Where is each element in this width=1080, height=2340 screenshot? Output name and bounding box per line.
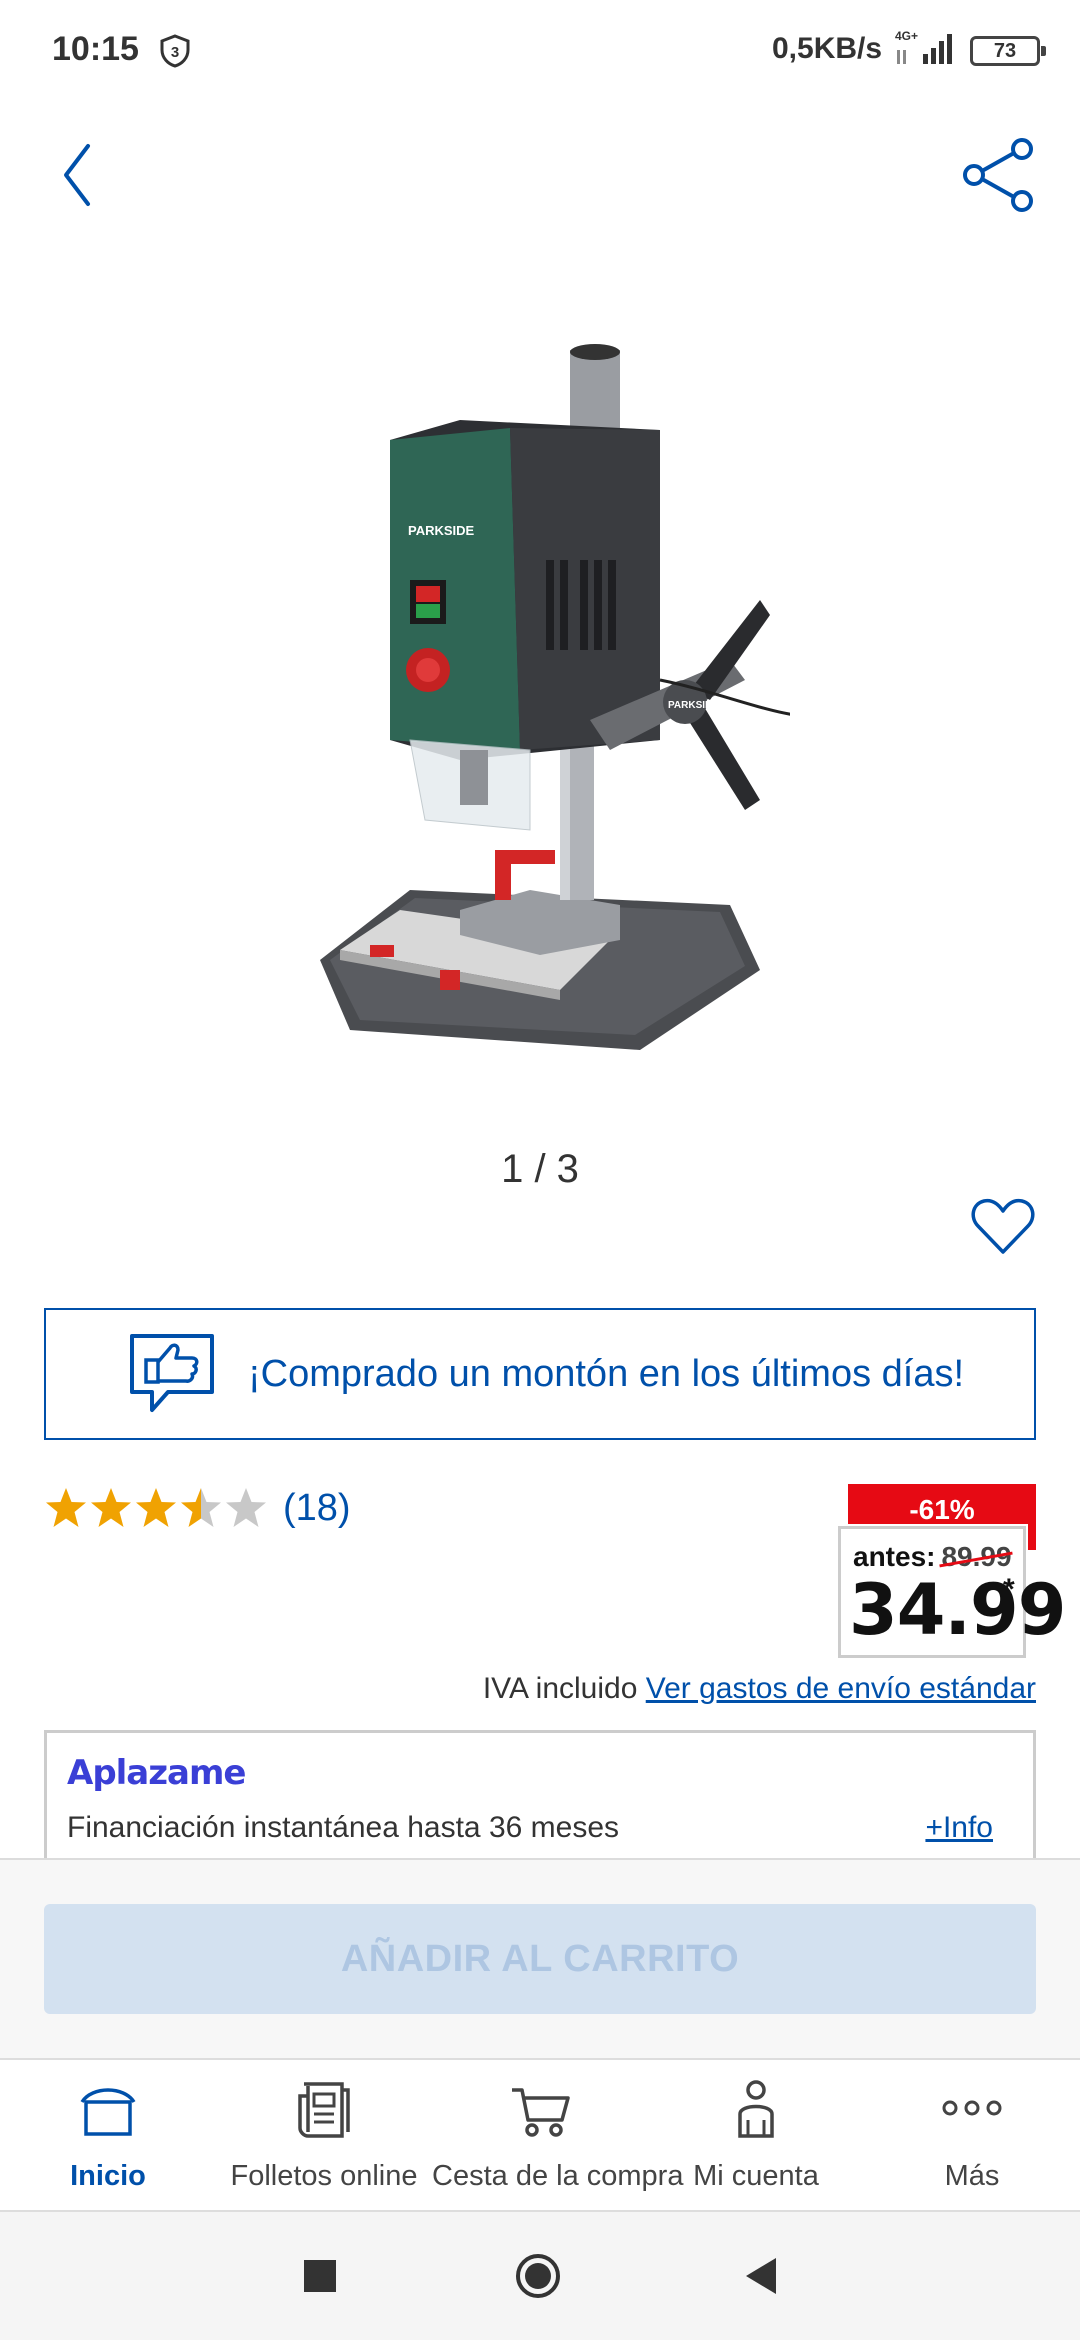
star-full-icon: [46, 1488, 86, 1527]
shipping-cost-link[interactable]: Ver gastos de envío estándar: [646, 1672, 1036, 1705]
aplazame-logo: Aplazame: [67, 1753, 246, 1793]
svg-text:PARKSIDE: PARKSIDE: [668, 700, 719, 711]
home-button-icon[interactable]: [514, 2252, 562, 2300]
aplazame-financing: Aplazame Financiación instantánea hasta …: [44, 1730, 1036, 1860]
chevron-left-icon: [64, 144, 90, 206]
nav-item-cart[interactable]: Cesta de la compra: [432, 2060, 684, 2214]
svg-text:3: 3: [171, 44, 179, 61]
thumbs-up-icon: [130, 1334, 214, 1412]
price-box: antes: 89.99 34.99 *: [838, 1526, 1066, 1658]
aplazame-text: Financiación instantánea hasta 36 meses: [67, 1811, 620, 1844]
status-time: 10:15: [52, 30, 139, 68]
popular-banner: ¡Comprado un montón en los últimos días!: [44, 1308, 1036, 1440]
price-before-value: 89.99: [941, 1541, 1012, 1572]
back-button[interactable]: [50, 135, 106, 215]
aplazame-info-link[interactable]: +Info: [925, 1811, 993, 1845]
star-half-icon: [181, 1488, 221, 1527]
rating-stars: [44, 1486, 269, 1530]
nav-item-account[interactable]: Mi cuenta: [648, 2060, 864, 2214]
nav-item-more[interactable]: Más: [864, 2060, 1080, 2214]
price-asterisk: *: [1003, 1573, 1015, 1606]
nav-label-flyers: Folletos online: [230, 2160, 418, 2192]
popular-banner-text: ¡Comprado un montón en los últimos días!: [248, 1352, 965, 1395]
signal-icon: 4G+: [895, 29, 952, 64]
svg-text:PARKSIDE: PARKSIDE: [408, 523, 475, 538]
cart-icon: [512, 2088, 570, 2137]
system-nav-bar: [0, 2212, 1080, 2340]
add-to-cart-button[interactable]: AÑADIR AL CARRITO: [44, 1904, 1036, 2014]
heart-icon[interactable]: [968, 1192, 1038, 1262]
nav-label-more: Más: [944, 2160, 1000, 2192]
battery-icon: 73: [970, 36, 1046, 66]
shield-notification-icon: 3: [160, 34, 190, 68]
rating-count[interactable]: (18): [283, 1487, 351, 1530]
image-pager: 1 / 3: [501, 1147, 579, 1191]
nav-item-flyers[interactable]: Folletos online: [216, 2060, 432, 2214]
star-full-icon: [136, 1488, 176, 1527]
home-icon: [80, 2088, 136, 2136]
user-icon: [738, 2080, 774, 2138]
add-to-cart-area: AÑADIR AL CARRITO: [0, 1858, 1080, 2058]
product-image[interactable]: PARKSIDE PARKSIDE: [290, 330, 790, 1060]
svg-text:4G+: 4G+: [895, 29, 918, 43]
nav-label-account: Mi cuenta: [693, 2160, 819, 2192]
flyer-icon: [298, 2082, 350, 2138]
nav-label-cart: Cesta de la compra: [432, 2160, 684, 2192]
nav-label-home: Inicio: [70, 2160, 146, 2192]
status-network-speed: 0,5KB/s: [772, 32, 883, 65]
star-empty-icon: [226, 1488, 266, 1527]
bottom-nav: Inicio Folletos online Cesta de la compr…: [0, 2058, 1080, 2212]
status-bar: 10:15 3 0,5KB/s 4G+ 73: [0, 0, 1080, 100]
price-current: 34.99: [849, 1569, 1066, 1651]
nav-item-home[interactable]: Inicio: [0, 2060, 216, 2214]
rating[interactable]: (18): [44, 1486, 351, 1530]
vat-text: IVA incluido: [482, 1672, 638, 1705]
share-icon[interactable]: [960, 135, 1040, 215]
price-before-label: antes:: [853, 1541, 936, 1572]
more-icon: [942, 2100, 1002, 2116]
recent-apps-icon[interactable]: [296, 2252, 344, 2300]
star-full-icon: [91, 1488, 131, 1527]
back-triangle-icon[interactable]: [738, 2252, 786, 2300]
shipping-row: IVA incluido Ver gastos de envío estánda…: [483, 1672, 1036, 1706]
